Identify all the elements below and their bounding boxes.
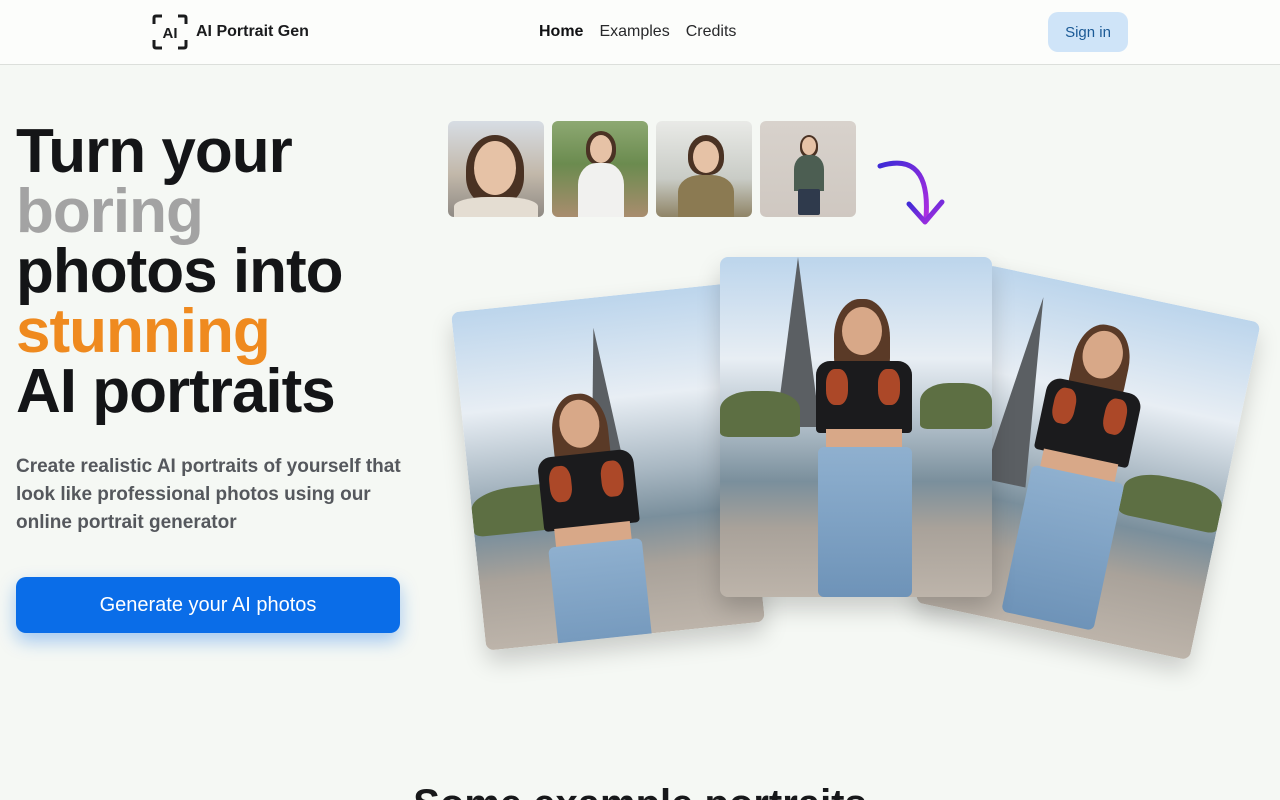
nav-home[interactable]: Home xyxy=(539,20,583,44)
logo-mark-text: AI xyxy=(163,25,178,42)
site-header: AI AI Portrait Gen Home Examples Credits… xyxy=(0,0,1280,65)
transform-arrow-icon xyxy=(877,160,945,225)
main-nav: Home Examples Credits xyxy=(539,20,736,44)
input-photo-3 xyxy=(656,121,752,217)
input-photo-2 xyxy=(552,121,648,217)
headline-line-3: photos into xyxy=(16,237,343,306)
input-photo-1 xyxy=(448,121,544,217)
logo-text: AI Portrait Gen xyxy=(196,23,309,40)
sign-in-button[interactable]: Sign in xyxy=(1048,12,1128,52)
nav-examples[interactable]: Examples xyxy=(599,20,669,44)
portrait-card-left xyxy=(450,283,766,651)
logo[interactable]: AI AI Portrait Gen xyxy=(152,14,309,50)
portrait-card-center xyxy=(720,257,992,597)
nav-credits[interactable]: Credits xyxy=(686,20,737,44)
logo-icon: AI xyxy=(152,14,188,50)
headline-line-4: stunning xyxy=(16,297,271,366)
headline-line-1: Turn your xyxy=(16,117,293,186)
headline-line-5: AI portraits xyxy=(16,357,336,426)
hero-headline: Turn your boring photos into stunning AI… xyxy=(16,117,436,426)
hero-subtitle: Create realistic AI portraits of yoursel… xyxy=(16,456,401,533)
examples-section-title: Some example portraits xyxy=(0,780,1280,800)
input-photo-4 xyxy=(760,121,856,217)
generate-photos-button[interactable]: Generate your AI photos xyxy=(16,577,400,633)
headline-line-2: boring xyxy=(16,177,204,246)
